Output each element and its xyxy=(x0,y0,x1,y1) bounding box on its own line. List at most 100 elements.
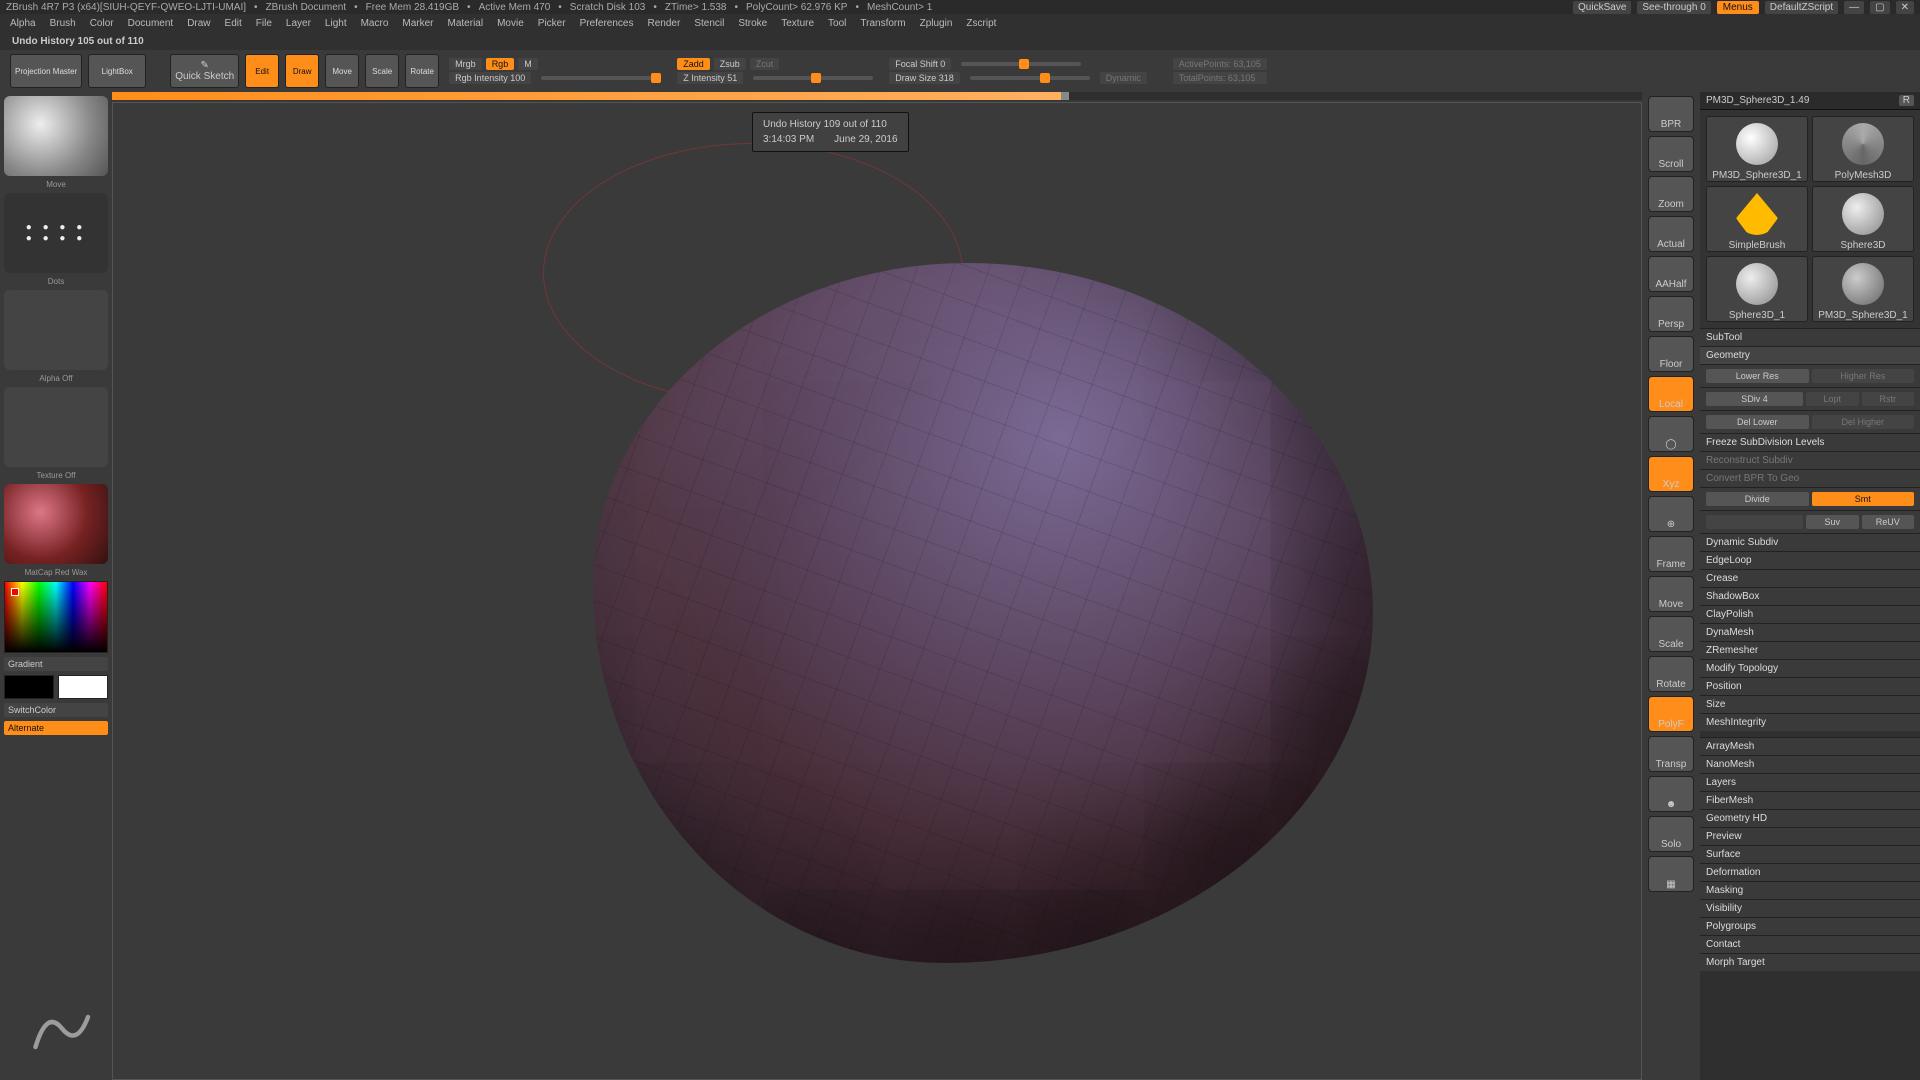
vp-move-button[interactable]: Move xyxy=(1648,576,1694,612)
menu-material[interactable]: Material xyxy=(448,18,484,29)
menu-draw[interactable]: Draw xyxy=(187,18,210,29)
actual-button[interactable]: Actual xyxy=(1648,216,1694,252)
menu-document[interactable]: Document xyxy=(128,18,174,29)
menu-transform[interactable]: Transform xyxy=(860,18,905,29)
lightbox-button[interactable]: LightBox xyxy=(88,54,146,88)
color-picker[interactable] xyxy=(4,581,108,653)
sec-arraymesh[interactable]: ArrayMesh xyxy=(1700,737,1920,755)
menu-preferences[interactable]: Preferences xyxy=(580,18,634,29)
tool-thumb-1[interactable]: PolyMesh3D xyxy=(1812,116,1914,182)
menu-color[interactable]: Color xyxy=(90,18,114,29)
rstr-button[interactable]: Rstr xyxy=(1862,392,1915,406)
switchcolor-button[interactable]: SwitchColor xyxy=(4,703,108,717)
convert-bpr-button[interactable]: Convert BPR To Geo xyxy=(1700,469,1920,487)
menu-zplugin[interactable]: Zplugin xyxy=(920,18,953,29)
lasso-button[interactable]: ◯ xyxy=(1648,416,1694,452)
sec-shadowbox[interactable]: ShadowBox xyxy=(1700,587,1920,605)
sec-layers[interactable]: Layers xyxy=(1700,773,1920,791)
section-subtool[interactable]: SubTool xyxy=(1700,328,1920,346)
sec-claypolish[interactable]: ClayPolish xyxy=(1700,605,1920,623)
reconstruct-subdiv-button[interactable]: Reconstruct Subdiv xyxy=(1700,451,1920,469)
sec-geometryhd[interactable]: Geometry HD xyxy=(1700,809,1920,827)
sec-contact[interactable]: Contact xyxy=(1700,935,1920,953)
freeze-subdiv-button[interactable]: Freeze SubDivision Levels xyxy=(1700,433,1920,451)
mrgb-button[interactable]: Mrgb xyxy=(449,58,482,70)
del-higher-button[interactable]: Del Higher xyxy=(1812,415,1915,429)
focal-track[interactable] xyxy=(961,62,1081,66)
texture-thumbnail[interactable] xyxy=(4,387,108,467)
tool-thumb-0[interactable]: PM3D_Sphere3D_1 xyxy=(1706,116,1808,182)
suv-button[interactable]: Suv xyxy=(1806,515,1859,529)
menu-movie[interactable]: Movie xyxy=(497,18,524,29)
vp-rotate-button[interactable]: Rotate xyxy=(1648,656,1694,692)
seethrough-slider[interactable]: See-through 0 xyxy=(1637,1,1710,14)
menu-render[interactable]: Render xyxy=(648,18,681,29)
menu-edit[interactable]: Edit xyxy=(225,18,242,29)
rgb-button[interactable]: Rgb xyxy=(486,58,515,70)
menus-toggle[interactable]: Menus xyxy=(1717,1,1759,14)
move-button[interactable]: Move xyxy=(325,54,359,88)
tool-thumb-2[interactable]: SimpleBrush xyxy=(1706,186,1808,252)
rgb-intensity-track[interactable] xyxy=(541,76,661,80)
projection-master-button[interactable]: Projection Master xyxy=(10,54,82,88)
sculpt-mesh[interactable] xyxy=(593,263,1373,963)
sdiv-slider[interactable]: SDiv 4 xyxy=(1706,392,1803,406)
sec-morphtarget[interactable]: Morph Target xyxy=(1700,953,1920,971)
transp-button[interactable]: Transp xyxy=(1648,736,1694,772)
sec-surface[interactable]: Surface xyxy=(1700,845,1920,863)
m-button[interactable]: M xyxy=(518,58,538,70)
frame-button[interactable]: Frame xyxy=(1648,536,1694,572)
menu-picker[interactable]: Picker xyxy=(538,18,566,29)
undo-history-bar[interactable] xyxy=(112,92,1642,100)
sec-fibermesh[interactable]: FiberMesh xyxy=(1700,791,1920,809)
lopt-button[interactable]: Lopt xyxy=(1806,392,1859,406)
dynamic-toggle[interactable]: Dynamic xyxy=(1100,72,1147,84)
scroll-button[interactable]: Scroll xyxy=(1648,136,1694,172)
color-swatches[interactable] xyxy=(4,675,108,699)
edit-button[interactable]: Edit xyxy=(245,54,279,88)
persp-button[interactable]: Persp xyxy=(1648,296,1694,332)
tool-thumb-4[interactable]: Sphere3D_1 xyxy=(1706,256,1808,322)
zsub-button[interactable]: Zsub xyxy=(714,58,746,70)
sec-preview[interactable]: Preview xyxy=(1700,827,1920,845)
sec-modify-topology[interactable]: Modify Topology xyxy=(1700,659,1920,677)
section-geometry[interactable]: Geometry xyxy=(1700,346,1920,364)
sec-zremesher[interactable]: ZRemesher xyxy=(1700,641,1920,659)
z-intensity-slider[interactable]: Z Intensity 51 xyxy=(677,72,743,84)
allpoints-button[interactable]: ⊕ xyxy=(1648,496,1694,532)
menu-alpha[interactable]: Alpha xyxy=(10,18,36,29)
zcut-button[interactable]: Zcut xyxy=(750,58,780,70)
del-lower-button[interactable]: Del Lower xyxy=(1706,415,1809,429)
sec-edgeloop[interactable]: EdgeLoop xyxy=(1700,551,1920,569)
menu-brush[interactable]: Brush xyxy=(50,18,76,29)
menu-marker[interactable]: Marker xyxy=(402,18,433,29)
sec-size[interactable]: Size xyxy=(1700,695,1920,713)
solo-button[interactable]: Solo xyxy=(1648,816,1694,852)
draw-button[interactable]: Draw xyxy=(285,54,319,88)
smt-button[interactable]: Smt xyxy=(1812,492,1915,506)
gradient-toggle[interactable]: Gradient xyxy=(4,657,108,671)
menu-stencil[interactable]: Stencil xyxy=(694,18,724,29)
menu-file[interactable]: File xyxy=(256,18,272,29)
quicksave-button[interactable]: QuickSave xyxy=(1573,1,1631,14)
sec-position[interactable]: Position xyxy=(1700,677,1920,695)
zadd-button[interactable]: Zadd xyxy=(677,58,710,70)
brush-thumbnail[interactable] xyxy=(4,96,108,176)
reuv-button[interactable]: ReUV xyxy=(1862,515,1915,529)
sec-meshintegrity[interactable]: MeshIntegrity xyxy=(1700,713,1920,731)
zoom-button[interactable]: Zoom xyxy=(1648,176,1694,212)
tool-thumb-3[interactable]: Sphere3D xyxy=(1812,186,1914,252)
minimize-icon[interactable]: — xyxy=(1844,1,1864,14)
sec-dynamic-subdiv[interactable]: Dynamic Subdiv xyxy=(1700,533,1920,551)
floor-button[interactable]: Floor xyxy=(1648,336,1694,372)
rotate-button[interactable]: Rotate xyxy=(405,54,439,88)
extra-button[interactable]: ▦ xyxy=(1648,856,1694,892)
sec-nanomesh[interactable]: NanoMesh xyxy=(1700,755,1920,773)
maximize-icon[interactable]: ▢ xyxy=(1870,1,1889,14)
sec-dynamesh[interactable]: DynaMesh xyxy=(1700,623,1920,641)
sec-visibility[interactable]: Visibility xyxy=(1700,899,1920,917)
quicksketch-button[interactable]: ✎Quick Sketch xyxy=(170,54,239,88)
menu-layer[interactable]: Layer xyxy=(286,18,311,29)
alternate-button[interactable]: Alternate xyxy=(4,721,108,735)
default-script[interactable]: DefaultZScript xyxy=(1765,1,1838,14)
